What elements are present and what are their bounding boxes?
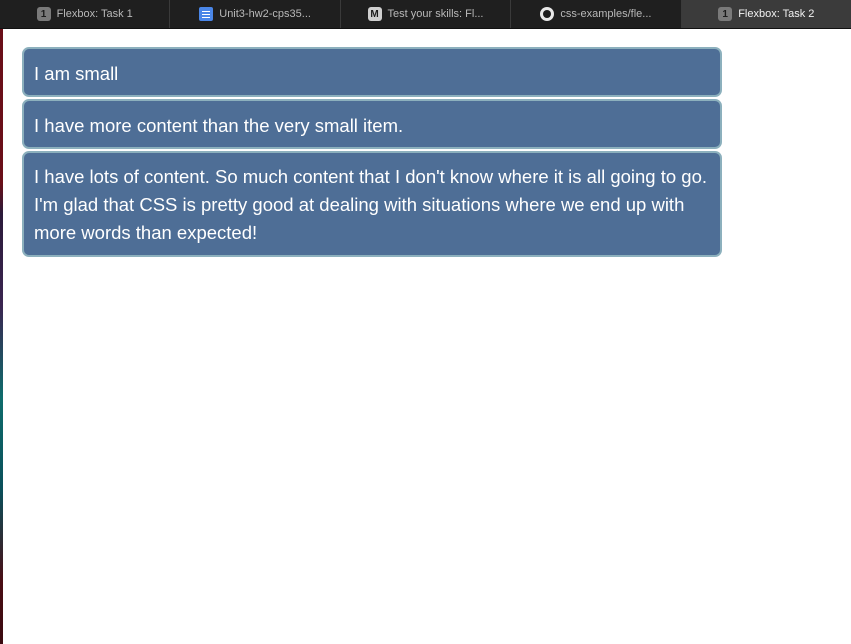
flex-item-large: I have lots of content. So much content …	[22, 151, 722, 257]
tab-unit3-hw2[interactable]: Unit3-hw2-cps35...	[170, 0, 341, 28]
number-1-icon: 1	[36, 7, 51, 21]
tab-test-your-skills[interactable]: M Test your skills: Fl...	[341, 0, 512, 28]
browser-tab-bar: 1 Flexbox: Task 1 Unit3-hw2-cps35... M T…	[0, 0, 851, 29]
tab-flexbox-task-2[interactable]: 1 Flexbox: Task 2	[681, 0, 851, 28]
mdn-icon: M	[367, 7, 382, 21]
tab-css-examples[interactable]: css-examples/fle...	[511, 0, 682, 28]
tab-label: Test your skills: Fl...	[387, 8, 484, 20]
flex-item-small: I am small	[22, 47, 722, 97]
tab-label: Flexbox: Task 2	[738, 8, 815, 20]
flex-item-medium: I have more content than the very small …	[22, 99, 722, 149]
page-content: I am small I have more content than the …	[3, 29, 851, 644]
github-icon	[540, 7, 555, 21]
tab-label: Flexbox: Task 1	[56, 8, 133, 20]
tab-label: Unit3-hw2-cps35...	[219, 8, 311, 20]
tab-flexbox-task-1[interactable]: 1 Flexbox: Task 1	[0, 0, 171, 28]
flex-container: I am small I have more content than the …	[22, 47, 722, 259]
tab-label: css-examples/fle...	[560, 8, 652, 20]
google-docs-icon	[199, 7, 214, 21]
number-1-icon: 1	[718, 7, 733, 21]
